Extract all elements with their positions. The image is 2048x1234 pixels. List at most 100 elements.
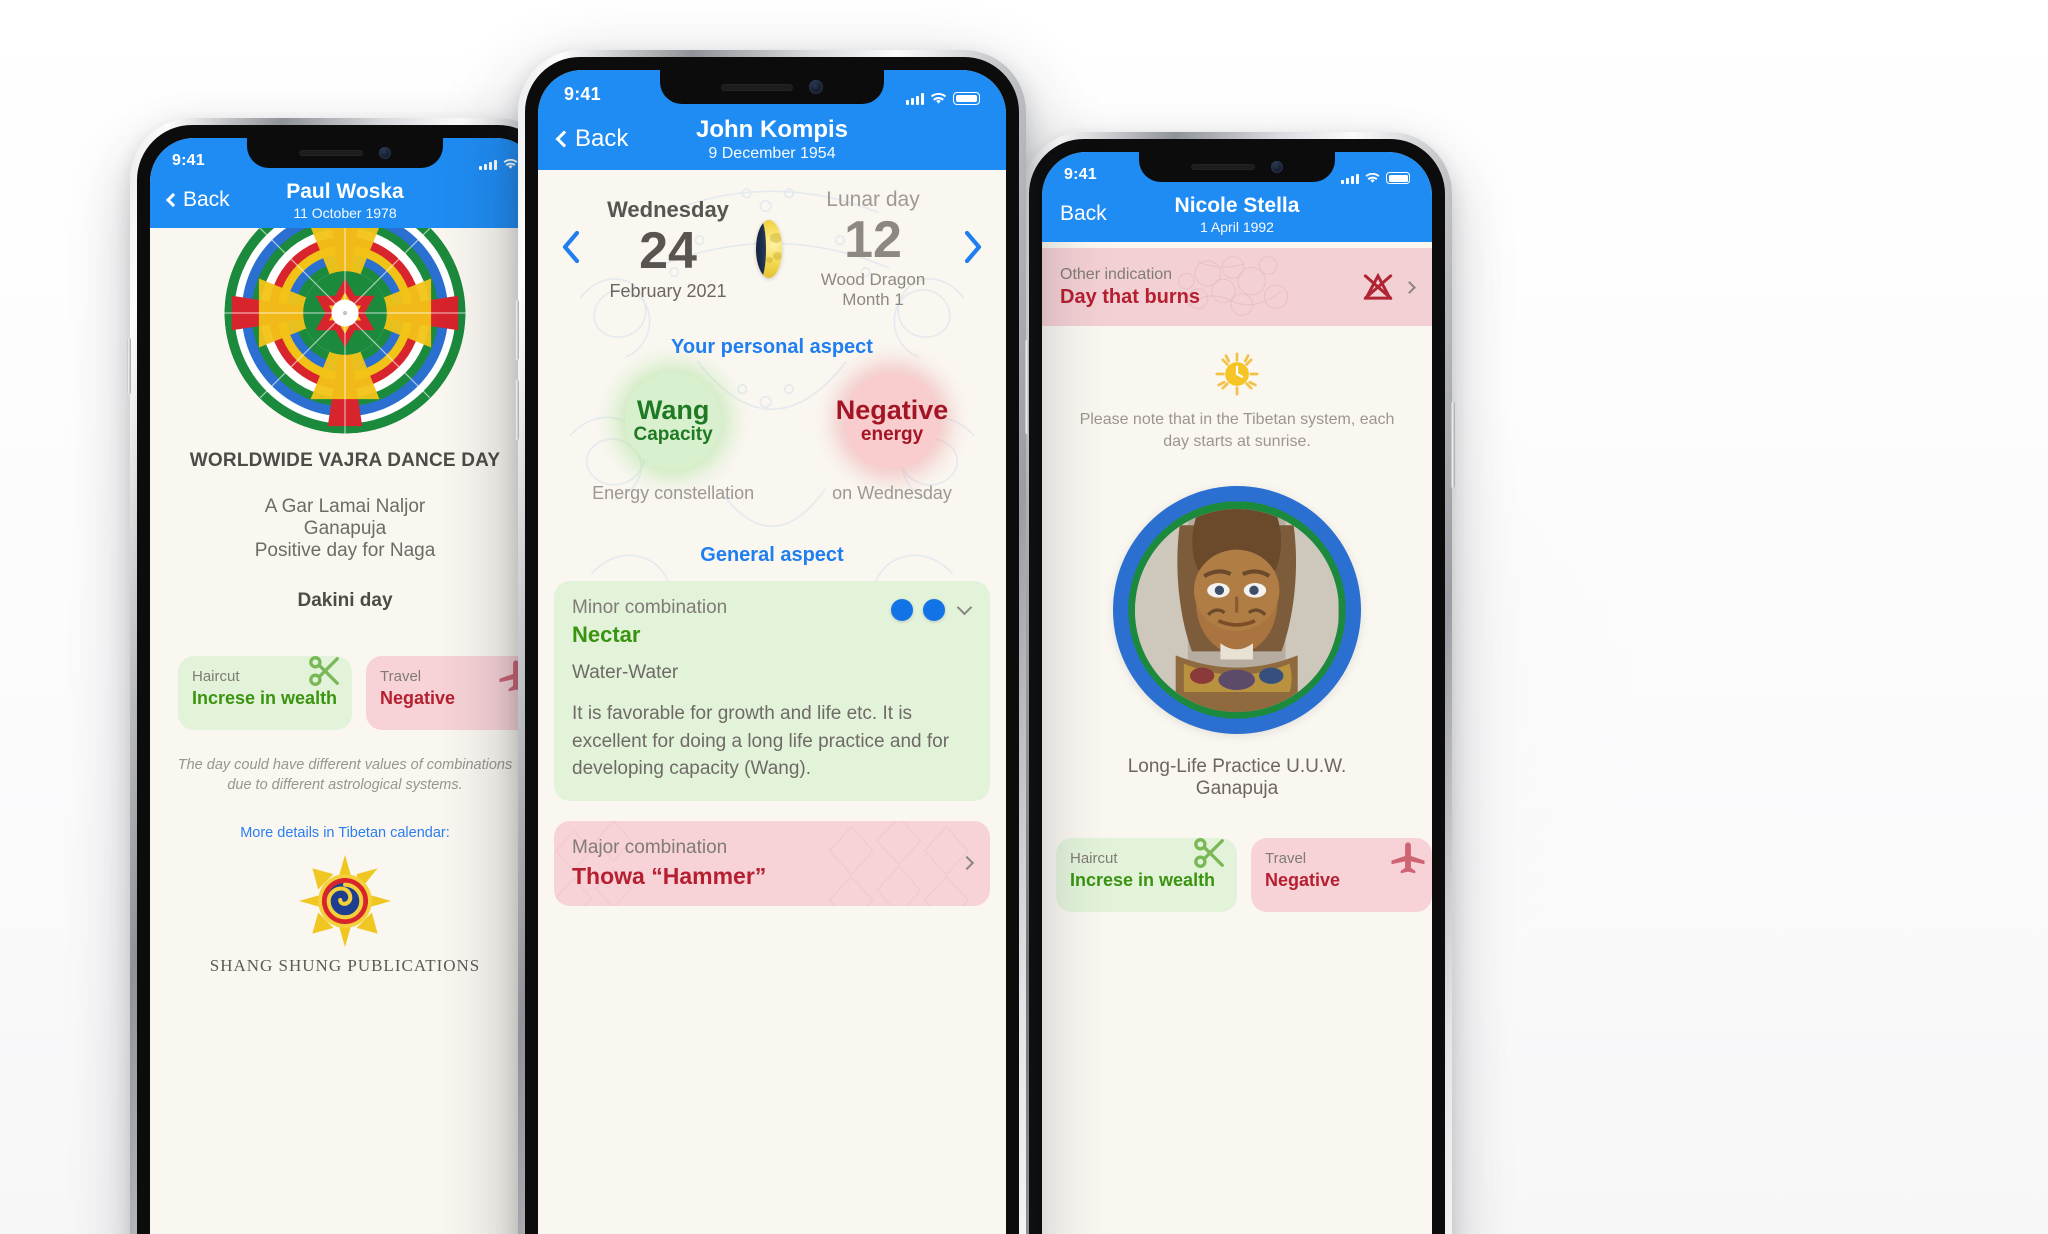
wifi-icon — [1365, 172, 1380, 183]
day-headline: WORLDWIDE VAJRA DANCE DAY — [189, 450, 501, 471]
phone-right-content: Other indication Day that burns Please n… — [1042, 248, 1432, 1234]
minor-combination-value: Nectar — [572, 622, 641, 647]
wang-subtitle: Capacity — [633, 424, 713, 446]
phone-right-screen: 9:41 Back Nicole Stella 1 April 1992 Oth… — [1042, 152, 1432, 1234]
cellular-signal-icon — [1341, 173, 1359, 184]
phone-center-notch — [660, 70, 884, 104]
minor-combination-label: Minor combination — [572, 597, 728, 618]
haircut-card[interactable]: Haircut Increse in wealth — [178, 656, 352, 730]
crossed-triangle-icon — [1363, 272, 1393, 300]
major-combination-card[interactable]: Major combination Thowa “Hammer” — [554, 820, 990, 906]
major-combination-value: Thowa “Hammer” — [572, 862, 767, 889]
phone-right-navbar: Back Nicole Stella 1 April 1992 — [1042, 186, 1432, 242]
phone-right-notch — [1139, 152, 1335, 182]
phone-left-text-block: WORLDWIDE VAJRA DANCE DAY A Gar Lamai Na… — [150, 450, 540, 612]
aspect-bubbles: Wang Capacity Energy constellation Negat… — [538, 373, 1006, 504]
chevron-right-icon — [964, 230, 982, 263]
lunar-day-number: 12 — [844, 211, 902, 269]
publisher-block: SHANG SHUNG PUBLICATIONS — [150, 853, 540, 976]
back-button[interactable]: Back — [1060, 202, 1107, 226]
earpiece-speaker-icon — [1191, 164, 1255, 170]
travel-card[interactable]: Travel Negative — [1251, 838, 1432, 913]
day-line-1: A Gar Lamai Naljor — [264, 496, 426, 517]
day-line-3: Positive day for Naga — [254, 540, 436, 561]
publisher-name: SHANG SHUNG PUBLICATIONS — [209, 956, 481, 976]
other-indication-row[interactable]: Other indication Day that burns — [1042, 248, 1432, 326]
sun-clock-icon — [1215, 352, 1259, 396]
minor-combination-dot — [891, 599, 913, 621]
astrological-note: The day could have different values of c… — [177, 757, 513, 793]
minor-combination-card[interactable]: Minor combination Nectar Water-Water It … — [554, 581, 990, 801]
sunrise-note: Please note that in the Tibetan system, … — [1079, 411, 1395, 450]
phone-left-notch — [247, 138, 443, 168]
phone-left: 9:41 Back Paul Woska 11 October 1978 WOR… — [127, 118, 563, 1234]
guru-statue-portrait-icon — [1113, 486, 1361, 735]
back-button[interactable]: Back — [555, 125, 629, 153]
weekday-label: Wednesday — [607, 196, 729, 222]
phone-left-screen: 9:41 Back Paul Woska 11 October 1978 WOR… — [150, 138, 540, 1234]
phone-center-volume-up-button[interactable] — [515, 300, 519, 360]
status-time: 9:41 — [1064, 166, 1097, 183]
phone-right-power-button[interactable] — [1451, 402, 1455, 488]
front-camera-icon — [1271, 161, 1283, 173]
haircut-card[interactable]: Haircut Increse in wealth — [1056, 838, 1237, 913]
front-camera-icon — [379, 147, 391, 159]
app-showcase-stage: 9:41 Back Paul Woska 11 October 1978 WOR… — [0, 0, 2048, 1234]
gregorian-date-block: Wednesday 24 February 2021 — [600, 197, 736, 302]
other-indication-value: Day that burns — [1060, 285, 1201, 308]
negative-caption: on Wednesday — [832, 483, 952, 503]
minor-combination-elements: Water-Water — [572, 662, 679, 683]
practice-line-2: Ganapuja — [1195, 778, 1279, 800]
airplane-icon — [1391, 842, 1425, 874]
other-indication-label: Other indication — [1060, 265, 1173, 283]
status-time: 9:41 — [172, 152, 205, 169]
battery-icon — [1386, 172, 1410, 184]
dakini-day-label: Dakini day — [297, 590, 393, 611]
phone-right: 9:41 Back Nicole Stella 1 April 1992 Oth… — [1019, 132, 1455, 1234]
phone-left-content: WORLDWIDE VAJRA DANCE DAY A Gar Lamai Na… — [150, 192, 540, 1234]
scissors-icon — [1194, 838, 1224, 869]
chevron-down-icon[interactable] — [956, 599, 973, 615]
waxing-gibbous-moon-icon — [756, 220, 782, 278]
phone-center-power-button[interactable] — [1025, 340, 1029, 434]
status-time: 9:41 — [564, 84, 601, 104]
practice-line-1: Long-Life Practice U.U.W. — [1127, 756, 1347, 778]
chevron-left-icon — [562, 230, 580, 263]
cellular-signal-icon — [906, 92, 924, 105]
travel-card[interactable]: Travel Negative — [366, 656, 540, 730]
wifi-icon — [503, 159, 518, 169]
minor-combination-description: It is favorable for growth and life etc.… — [572, 703, 950, 780]
previous-day-button[interactable] — [554, 219, 588, 280]
chevron-left-icon — [555, 130, 573, 148]
day-line-2: Ganapuja — [303, 518, 387, 539]
back-button[interactable]: Back — [165, 188, 230, 212]
negative-subtitle: energy — [860, 424, 924, 446]
back-button-label: Back — [1060, 202, 1107, 225]
chevron-right-icon — [1403, 280, 1416, 294]
phone-center: 9:41 Back John Kompis 9 December 1954 We… — [515, 50, 1029, 1234]
next-day-button[interactable] — [956, 219, 990, 280]
deity-photo — [1135, 508, 1339, 712]
tibetan-calendar-link[interactable]: More details in Tibetan calendar: — [150, 825, 540, 841]
phone-center-content: Wednesday 24 February 2021 Lunar day 12 — [538, 170, 1006, 1234]
phone-center-volume-down-button[interactable] — [515, 380, 519, 440]
phone-left-navbar: Back Paul Woska 11 October 1978 — [150, 172, 540, 228]
lunar-month-number: Month 1 — [842, 290, 904, 309]
personal-aspect-title: Your personal aspect — [671, 336, 873, 358]
lunar-date-block: Lunar day 12 Wood Dragon Month 1 — [802, 188, 944, 310]
wang-bubble: Wang Capacity — [625, 373, 722, 469]
battery-icon — [953, 92, 980, 105]
phone-left-volume-button[interactable] — [127, 338, 131, 394]
date-navigator: Wednesday 24 February 2021 Lunar day 12 — [538, 188, 1006, 310]
negative-title: Negative — [835, 394, 949, 425]
back-button-label: Back — [575, 125, 629, 152]
chevron-right-icon — [959, 856, 975, 871]
negative-bubble: Negative energy — [836, 373, 948, 469]
major-combination-label: Major combination — [572, 836, 728, 858]
cellular-signal-icon — [479, 159, 497, 170]
month-year-label: February 2021 — [609, 280, 727, 301]
front-camera-icon — [809, 80, 823, 94]
phone-left-indicator-cards: Haircut Increse in wealth Travel Negativ… — [178, 656, 540, 730]
back-button-label: Back — [183, 188, 230, 211]
lunar-day-label: Lunar day — [826, 188, 920, 211]
